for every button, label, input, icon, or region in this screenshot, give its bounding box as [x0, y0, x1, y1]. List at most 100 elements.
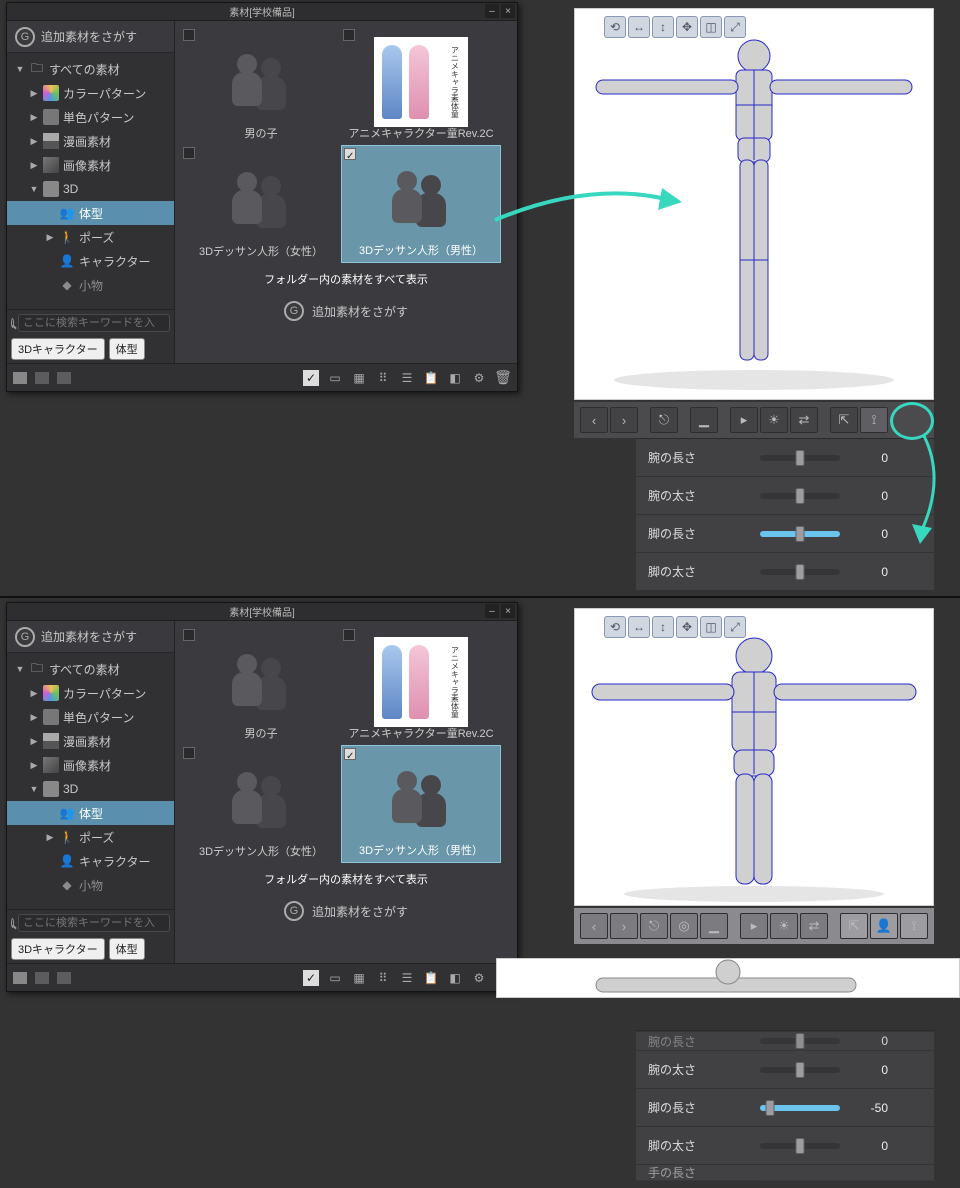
next-icon[interactable]: › [610, 913, 638, 939]
slider-track[interactable] [760, 531, 840, 537]
slider-leg-thickness[interactable]: 脚の太さ 0 [636, 553, 934, 591]
play-icon[interactable]: ▸ [730, 407, 758, 433]
next-icon[interactable]: › [610, 407, 638, 433]
find-more-materials[interactable]: G 追加素材をさがす [175, 895, 517, 931]
gear-icon[interactable]: ⚙ [471, 970, 487, 986]
selection-toggle[interactable]: ✓ [303, 370, 319, 386]
light-icon[interactable]: ☀ [760, 407, 788, 433]
tree-body-type[interactable]: 👥体型 [7, 801, 174, 825]
close-button[interactable]: × [501, 604, 515, 618]
view-small-grid-icon[interactable]: ⠿ [375, 970, 391, 986]
item-checkbox[interactable] [183, 629, 195, 641]
search-input[interactable] [18, 914, 170, 932]
slider-track[interactable] [760, 493, 840, 499]
gear-icon[interactable]: ⚙ [471, 370, 487, 386]
swap-icon[interactable]: ⇄ [790, 407, 818, 433]
item-checkbox[interactable] [183, 747, 195, 759]
slider-track[interactable] [760, 1067, 840, 1073]
tag-3d-character[interactable]: 3Dキャラクター [11, 938, 105, 960]
prev-icon[interactable]: ‹ [580, 913, 608, 939]
tree-root[interactable]: ▼🗀すべての素材 [7, 57, 174, 81]
search-input[interactable] [18, 314, 170, 332]
tree-root[interactable]: ▼🗀すべての素材 [7, 657, 174, 681]
material-item-anime-child[interactable]: アニメキャラ素体童 アニメキャラクター童Rev.2C [341, 627, 501, 745]
user-icon[interactable]: 👤 [870, 913, 898, 939]
body-settings-icon[interactable]: ⟟ [900, 913, 928, 939]
item-checkbox[interactable] [343, 629, 355, 641]
property-icon[interactable]: ◧ [447, 370, 463, 386]
find-more-materials[interactable]: G 追加素材をさがす [175, 295, 517, 331]
material-item-boy[interactable]: 男の子 [181, 27, 341, 145]
3d-viewport-secondary[interactable] [496, 958, 960, 998]
tree-color-pattern[interactable]: ▶カラーパターン [7, 681, 174, 705]
add-material-button[interactable]: G 追加素材をさがす [7, 621, 174, 653]
view-list-icon[interactable]: ☰ [399, 370, 415, 386]
minimize-button[interactable]: – [485, 4, 499, 18]
tree-manga-material[interactable]: ▶漫画素材 [7, 129, 174, 153]
prev-icon[interactable]: ‹ [580, 407, 608, 433]
folder-plus-icon[interactable] [35, 972, 49, 984]
paste-icon[interactable]: 📋 [423, 370, 439, 386]
ground-icon[interactable]: ▁ [690, 407, 718, 433]
slider-leg-length[interactable]: 脚の長さ 0 [636, 515, 934, 553]
tag-3d-character[interactable]: 3Dキャラクター [11, 338, 105, 360]
folder-icon[interactable] [13, 372, 27, 384]
close-button[interactable]: × [501, 4, 515, 18]
anchor-icon[interactable]: ⎋ [650, 407, 678, 433]
view-small-grid-icon[interactable]: ⠿ [375, 370, 391, 386]
material-item-boy[interactable]: 男の子 [181, 627, 341, 745]
selection-toggle[interactable]: ✓ [303, 970, 319, 986]
item-checkbox[interactable] [183, 147, 195, 159]
material-item-anime-child[interactable]: アニメキャラ素体童 アニメキャラクター童Rev.2C [341, 27, 501, 145]
anchor-icon[interactable]: ⎋ [640, 913, 668, 939]
3d-viewport[interactable]: ⟲ ↔ ↕ ✥ ◫ ⤢ [574, 608, 934, 906]
export-icon[interactable]: ⇱ [830, 407, 858, 433]
view-large-grid-icon[interactable]: ▦ [351, 370, 367, 386]
3d-figure[interactable] [574, 20, 934, 400]
paste-icon[interactable]: 📋 [423, 970, 439, 986]
tree-props[interactable]: ◆小物 [7, 273, 174, 297]
view-detail-icon[interactable]: ▭ [327, 970, 343, 986]
tree-3d[interactable]: ▼3D [7, 177, 174, 201]
minimize-button[interactable]: – [485, 604, 499, 618]
material-item-female-figure[interactable]: 3Dデッサン人形（女性） [181, 145, 341, 263]
slider-track[interactable] [760, 1038, 840, 1044]
body-settings-icon[interactable]: ⟟ [860, 407, 888, 433]
view-large-grid-icon[interactable]: ▦ [351, 970, 367, 986]
slider-track[interactable] [760, 1105, 840, 1111]
tree-character[interactable]: 👤キャラクター [7, 249, 174, 273]
material-item-male-figure[interactable]: 3Dデッサン人形（男性） [341, 745, 501, 863]
swap-icon[interactable]: ⇄ [800, 913, 828, 939]
slider-arm-length[interactable]: 腕の長さ 0 [636, 439, 934, 477]
slider-leg-length[interactable]: 脚の長さ -50 [636, 1089, 934, 1127]
tag-body-type[interactable]: 体型 [109, 938, 145, 960]
tree-image-material[interactable]: ▶画像素材 [7, 153, 174, 177]
3d-figure-short-legs[interactable] [574, 620, 934, 906]
tree-image-material[interactable]: ▶画像素材 [7, 753, 174, 777]
tree-manga-material[interactable]: ▶漫画素材 [7, 729, 174, 753]
slider-arm-thickness[interactable]: 腕の太さ 0 [636, 1051, 934, 1089]
tree-3d[interactable]: ▼3D [7, 777, 174, 801]
item-checkbox[interactable] [344, 748, 356, 760]
tree-pose[interactable]: ▶🚶ポーズ [7, 225, 174, 249]
tree-color-pattern[interactable]: ▶カラーパターン [7, 81, 174, 105]
add-material-button[interactable]: G 追加素材をさがす [7, 21, 174, 53]
light-icon[interactable]: ☀ [770, 913, 798, 939]
tree-mono-pattern[interactable]: ▶単色パターン [7, 705, 174, 729]
slider-arm-length[interactable]: 腕の長さ 0 [636, 1031, 934, 1051]
tree-pose[interactable]: ▶🚶ポーズ [7, 825, 174, 849]
folder-icon[interactable] [13, 972, 27, 984]
tree-body-type[interactable]: 👥体型 [7, 201, 174, 225]
slider-track[interactable] [760, 569, 840, 575]
material-item-female-figure[interactable]: 3Dデッサン人形（女性） [181, 745, 341, 863]
item-checkbox[interactable] [344, 148, 356, 160]
tag-body-type[interactable]: 体型 [109, 338, 145, 360]
view-detail-icon[interactable]: ▭ [327, 370, 343, 386]
3d-viewport[interactable]: ⟲ ↔ ↕ ✥ ◫ ⤢ [574, 8, 934, 400]
slider-hand-length[interactable]: 手の長さ [636, 1165, 934, 1181]
property-icon[interactable]: ◧ [447, 970, 463, 986]
play-icon[interactable]: ▸ [740, 913, 768, 939]
show-all-in-folder[interactable]: フォルダー内の素材をすべて表示 [175, 863, 517, 895]
tree-props[interactable]: ◆小物 [7, 873, 174, 897]
slider-track[interactable] [760, 455, 840, 461]
